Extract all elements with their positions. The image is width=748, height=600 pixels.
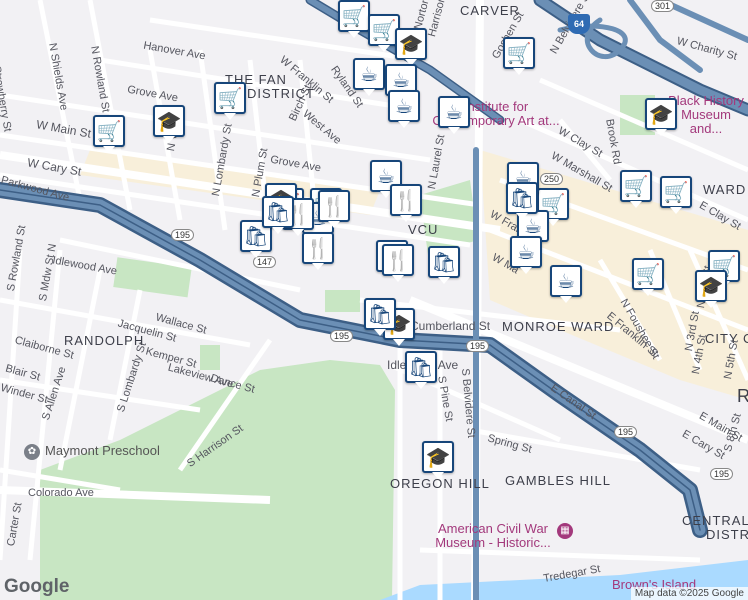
restaurant-icon: 🍴 (305, 236, 331, 260)
map-attribution[interactable]: Map data ©2025 Google (630, 587, 748, 600)
cafe-marker[interactable]: ☕ (353, 58, 385, 96)
highway-shield: 195 (466, 340, 490, 352)
museum-icon[interactable]: ▦ (557, 523, 573, 539)
cafe-marker[interactable]: ☕ (438, 96, 470, 134)
grocery-marker[interactable]: 🛒 (620, 170, 652, 208)
grocery-icon: 🛒 (635, 262, 661, 286)
street-label: Cumberland St (410, 319, 491, 333)
grocery-icon: 🛒 (663, 180, 689, 204)
cafe-icon: ☕ (395, 94, 413, 118)
poi-label-civil-war-museum[interactable]: American Civil War Museum - Historic... (428, 522, 558, 550)
cafe-icon: ☕ (557, 269, 575, 293)
grocery-marker[interactable]: 🛒 (93, 115, 125, 153)
district-label-carver: CARVER (460, 3, 520, 18)
school-icon: 🎓 (156, 109, 182, 133)
district-label-city-center: CITY CE (705, 331, 748, 346)
highway-shield: 195 (614, 426, 638, 438)
grocery-icon: 🛒 (371, 18, 397, 42)
school-marker[interactable]: 🎓 (695, 270, 727, 308)
restaurant-marker[interactable]: 🍴 (390, 184, 422, 222)
restaurant-icon: 🍴 (393, 188, 419, 212)
district-label-district-2: DISTR (706, 527, 748, 542)
shopping-marker[interactable]: 🛍 (428, 246, 460, 284)
district-label-r: R (737, 386, 748, 406)
school-icon: 🎓 (648, 102, 674, 126)
park-small-2 (325, 290, 360, 312)
grocery-icon: 🛒 (506, 41, 532, 65)
highway-shield: 301 (651, 0, 675, 12)
shopping-bag-icon: 🛍 (408, 355, 434, 379)
google-logo[interactable]: Google (4, 576, 69, 598)
district-label-central: CENTRAL (682, 513, 748, 528)
grocery-marker[interactable]: 🛒 (660, 176, 692, 214)
shopping-bag-icon: 🛍 (367, 302, 393, 326)
cafe-marker[interactable]: ☕ (550, 265, 582, 303)
highway-shield: 195 (710, 468, 734, 480)
grocery-icon: 🛒 (341, 4, 367, 28)
shopping-bag-icon: 🛍 (431, 250, 457, 274)
shopping-bag-icon: 🛍 (243, 224, 269, 248)
restaurant-marker[interactable]: 🍴 (302, 232, 334, 270)
shopping-bag-icon: 🛍 (265, 200, 291, 224)
restaurant-marker[interactable]: 🍴 (382, 244, 414, 282)
cafe-marker[interactable]: ☕ (510, 236, 542, 274)
cafe-icon: ☕ (517, 240, 535, 264)
shopping-marker[interactable]: 🛍 (506, 182, 538, 220)
shopping-marker[interactable]: 🛍 (405, 351, 437, 389)
cafe-icon: ☕ (445, 100, 463, 124)
grocery-icon: 🛒 (96, 119, 122, 143)
poi-label-maymont-preschool[interactable]: Maymont Preschool (45, 443, 160, 458)
school-icon: 🎓 (398, 32, 424, 56)
grocery-marker[interactable]: 🛒 (632, 258, 664, 296)
shopping-bag-icon: 🛍 (509, 186, 535, 210)
interstate-shield: 64 (568, 14, 590, 34)
grocery-marker[interactable]: 🛒 (214, 82, 246, 120)
cafe-icon: ☕ (377, 164, 395, 188)
preschool-icon[interactable]: ✿ (24, 444, 40, 460)
district-label-gambles-hill: GAMBLES HILL (505, 473, 611, 488)
grocery-marker[interactable]: 🛒 (338, 0, 370, 38)
cafe-marker[interactable]: ☕ (388, 90, 420, 128)
district-label-randolph: RANDOLPH (64, 333, 145, 348)
restaurant-marker[interactable]: 🍴 (318, 190, 350, 228)
grocery-icon: 🛒 (217, 86, 243, 110)
highway-shield: 195 (171, 229, 195, 241)
shopping-marker[interactable]: 🛍 (262, 196, 294, 234)
district-label-ward: WARD (703, 182, 747, 197)
park-small-3 (200, 345, 220, 370)
highway-shield: 250 (540, 173, 564, 185)
school-icon: 🎓 (425, 445, 451, 469)
street-label: Colorado Ave (28, 487, 94, 499)
restaurant-icon: 🍴 (321, 194, 347, 218)
cafe-icon: ☕ (392, 68, 410, 92)
school-marker[interactable]: 🎓 (645, 98, 677, 136)
school-marker[interactable]: 🎓 (153, 105, 185, 143)
highway-shield: 195 (330, 330, 354, 342)
grocery-marker[interactable]: 🛒 (503, 37, 535, 75)
district-label-vcu: VCU (408, 222, 439, 237)
school-marker[interactable]: 🎓 (395, 28, 427, 66)
school-icon: 🎓 (698, 274, 724, 298)
cafe-icon: ☕ (360, 62, 378, 86)
district-label-monroe-ward: MONROE WARD (502, 319, 615, 334)
school-marker[interactable]: 🎓 (422, 441, 454, 479)
grocery-icon: 🛒 (623, 174, 649, 198)
shopping-marker[interactable]: 🛍 (364, 298, 396, 336)
restaurant-icon: 🍴 (385, 248, 411, 272)
